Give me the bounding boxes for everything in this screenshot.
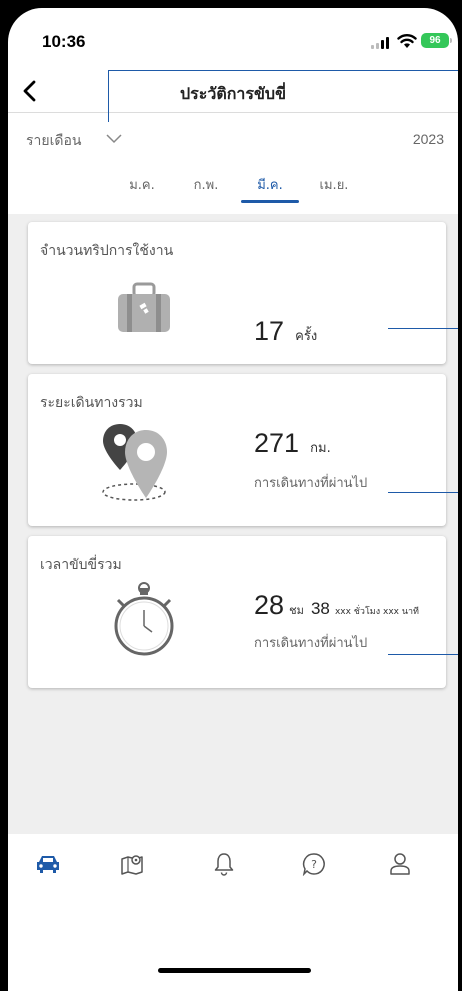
content-area: จำนวนทริปการใช้งาน 17 ครั้ง ระยะเดินทางร… [8, 214, 458, 834]
help-icon: ? [302, 853, 325, 876]
year-label[interactable]: 2023 [413, 131, 444, 147]
nav-help[interactable]: ? [294, 848, 334, 880]
distance-card[interactable]: ระยะเดินทางรวม 271 กม. การเดินทางที่ผ่าน… [28, 374, 446, 526]
drive-time-value-row: 28 ชม 38 xxx ชั่วโมง xxx นาที [254, 590, 419, 621]
drive-time-note: xxx ชั่วโมง xxx นาที [334, 607, 419, 617]
map-pin-icon [121, 855, 143, 875]
car-icon [37, 856, 59, 873]
trips-value-row: 17 ครั้ง [254, 316, 317, 347]
tab-month[interactable]: ก.พ. [176, 174, 236, 195]
drive-hours-value: 28 [254, 590, 285, 620]
nav-notifications[interactable] [204, 848, 244, 880]
card-title: จำนวนทริปการใช้งาน [40, 243, 174, 259]
trips-unit: ครั้ง [295, 329, 318, 344]
period-dropdown-label[interactable]: รายเดือน [26, 130, 81, 152]
annotation-line [108, 70, 458, 71]
signal-icon [371, 37, 393, 49]
nav-car[interactable] [28, 848, 68, 880]
bottom-nav: ? [8, 834, 458, 896]
tab-month[interactable]: เม.ย. [304, 174, 364, 195]
profile-icon [390, 853, 410, 875]
tab-month-active[interactable]: มี.ค. [240, 174, 300, 195]
card-title: ระยะเดินทางรวม [40, 395, 143, 411]
status-bar: 10:36 96 [8, 8, 458, 70]
drive-time-caption: การเดินทางที่ผ่านไป [254, 636, 368, 651]
stopwatch-icon [114, 582, 174, 656]
nav-profile[interactable] [380, 848, 420, 880]
location-pin-icon [102, 424, 167, 501]
annotation-line [388, 328, 458, 329]
trips-card[interactable]: จำนวนทริปการใช้งาน 17 ครั้ง [28, 222, 446, 364]
distance-value: 271 [254, 428, 300, 458]
battery-icon: 96 [421, 33, 449, 48]
distance-value-row: 271 กม. [254, 428, 331, 459]
month-tabs: ม.ค. ก.พ. มี.ค. เม.ย. [8, 174, 458, 214]
annotation-line [108, 70, 109, 122]
annotation-line [388, 654, 458, 655]
tab-active-indicator [241, 200, 299, 203]
luggage-icon [118, 282, 170, 332]
distance-unit: กม. [310, 441, 331, 456]
distance-caption: การเดินทางที่ผ่านไป [254, 476, 368, 491]
drive-hours-unit: ชม [289, 604, 304, 617]
wifi-icon [397, 34, 417, 48]
drive-time-card[interactable]: เวลาขับขี่รวม 28 ชม 38 xxx ชั่วโมง xxx น… [28, 536, 446, 688]
page-title: ประวัติการขับขี่ [179, 84, 286, 103]
app-header: ประวัติการขับขี่ [8, 70, 458, 113]
app-screen: 10:36 96 ประวัติการขับขี่ รายเดือน 2023 … [8, 8, 458, 991]
svg-text:?: ? [311, 858, 317, 871]
drive-minutes-value: 38 [310, 599, 330, 618]
home-indicator[interactable] [158, 968, 311, 973]
battery-tip [450, 38, 452, 43]
chevron-down-icon[interactable] [106, 134, 122, 144]
card-title: เวลาขับขี่รวม [40, 557, 122, 573]
tab-month[interactable]: ม.ค. [112, 174, 172, 195]
trips-value: 17 [254, 316, 285, 346]
nav-map[interactable] [112, 848, 152, 880]
bell-icon [214, 853, 234, 876]
annotation-line [388, 492, 458, 493]
status-time: 10:36 [42, 32, 86, 51]
